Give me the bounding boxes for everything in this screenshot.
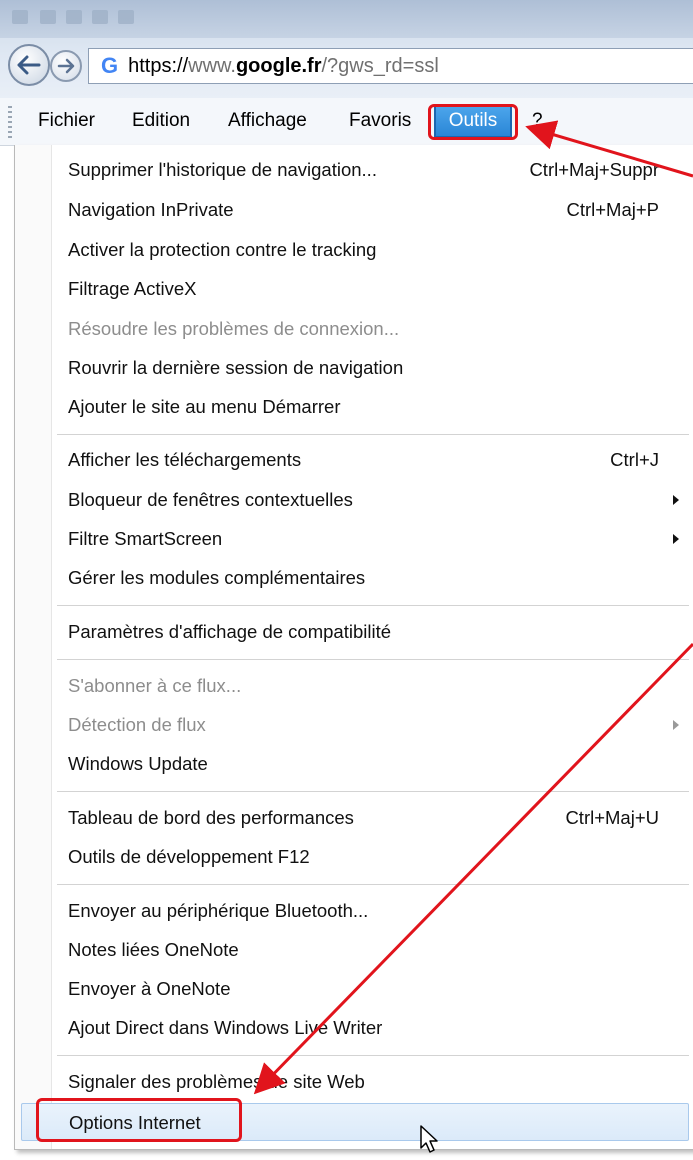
menu-separator <box>57 605 689 607</box>
url-path: /?gws_rd=ssl <box>321 54 439 77</box>
menu-item-compat-view[interactable]: Paramètres d'affichage de compatibilité <box>21 613 689 651</box>
address-bar[interactable]: G https://www. google.fr/?gws_rd=ssl <box>88 48 693 84</box>
url-domain: google.fr <box>235 54 322 77</box>
menu-item-reopen-session[interactable]: Rouvrir la dernière session de navigatio… <box>21 349 689 387</box>
arrow-right-icon <box>57 58 75 74</box>
menu-item-feed-discovery: Détection de flux <box>21 706 689 744</box>
menu-item-onenote-linked-notes[interactable]: Notes liées OneNote <box>21 931 689 969</box>
menu-item-report-site-problems[interactable]: Signaler des problèmes de site Web <box>21 1063 689 1101</box>
menubar-fichier[interactable]: Fichier <box>32 104 101 138</box>
menu-item-tracking-protection[interactable]: Activer la protection contre le tracking <box>21 231 689 269</box>
submenu-arrow-icon <box>673 720 679 730</box>
menu-item-live-writer[interactable]: Ajout Direct dans Windows Live Writer <box>21 1009 689 1047</box>
menu-separator <box>57 659 689 661</box>
menubar-affichage[interactable]: Affichage <box>222 104 313 138</box>
menu-item-activex-filtering[interactable]: Filtrage ActiveX <box>21 270 689 308</box>
menu-separator <box>57 434 689 436</box>
url-subdomain: www. <box>188 54 236 77</box>
outils-highlight-box <box>428 104 518 140</box>
menu-item-downloads[interactable]: Afficher les téléchargements Ctrl+J <box>21 441 689 479</box>
menu-item-performance-dashboard[interactable]: Tableau de bord des performances Ctrl+Ma… <box>21 799 689 837</box>
arrow-left-icon <box>17 55 41 75</box>
google-favicon-icon: G <box>101 53 119 78</box>
menu-separator <box>57 791 689 793</box>
menubar-favoris[interactable]: Favoris <box>343 104 417 138</box>
quick-access-toolbar <box>0 0 693 38</box>
menu-item-send-to-onenote[interactable]: Envoyer à OneNote <box>21 970 689 1008</box>
menu-item-manage-addons[interactable]: Gérer les modules complémentaires <box>21 559 689 597</box>
menubar-grip[interactable] <box>8 106 12 138</box>
menu-item-f12-tools[interactable]: Outils de développement F12 <box>21 838 689 876</box>
toolbar-icon[interactable] <box>66 10 82 24</box>
menu-item-smartscreen[interactable]: Filtre SmartScreen <box>21 520 689 558</box>
app-icon <box>12 10 28 24</box>
submenu-arrow-icon <box>673 534 679 544</box>
menu-item-send-bluetooth[interactable]: Envoyer au périphérique Bluetooth... <box>21 892 689 930</box>
menu-separator <box>57 1055 689 1057</box>
toolbar-icon[interactable] <box>92 10 108 24</box>
menu-item-windows-update[interactable]: Windows Update <box>21 745 689 783</box>
menu-item-add-to-start[interactable]: Ajouter le site au menu Démarrer <box>21 388 689 426</box>
menubar-help[interactable]: ? <box>526 104 549 138</box>
toolbar-icon[interactable] <box>40 10 56 24</box>
forward-button[interactable] <box>50 50 82 82</box>
menubar-edition[interactable]: Edition <box>126 104 196 138</box>
options-internet-highlight-box <box>36 1098 242 1142</box>
menu-item-fix-connection: Résoudre les problèmes de connexion... <box>68 318 400 339</box>
mouse-cursor-icon <box>420 1125 438 1153</box>
outils-dropdown-menu: Supprimer l'historique de navigation... … <box>14 145 693 1150</box>
menu-separator <box>57 884 689 886</box>
menu-item-subscribe-feed: S'abonner à ce flux... <box>68 675 242 696</box>
url-scheme: https:// <box>128 54 189 77</box>
back-button[interactable] <box>8 44 50 86</box>
menu-item-popup-blocker[interactable]: Bloqueur de fenêtres contextuelles <box>21 481 689 519</box>
menu-item-delete-history[interactable]: Supprimer l'historique de navigation... … <box>21 151 689 189</box>
submenu-arrow-icon <box>673 495 679 505</box>
menu-item-inprivate[interactable]: Navigation InPrivate Ctrl+Maj+P <box>21 191 689 229</box>
toolbar-icon[interactable] <box>118 10 134 24</box>
